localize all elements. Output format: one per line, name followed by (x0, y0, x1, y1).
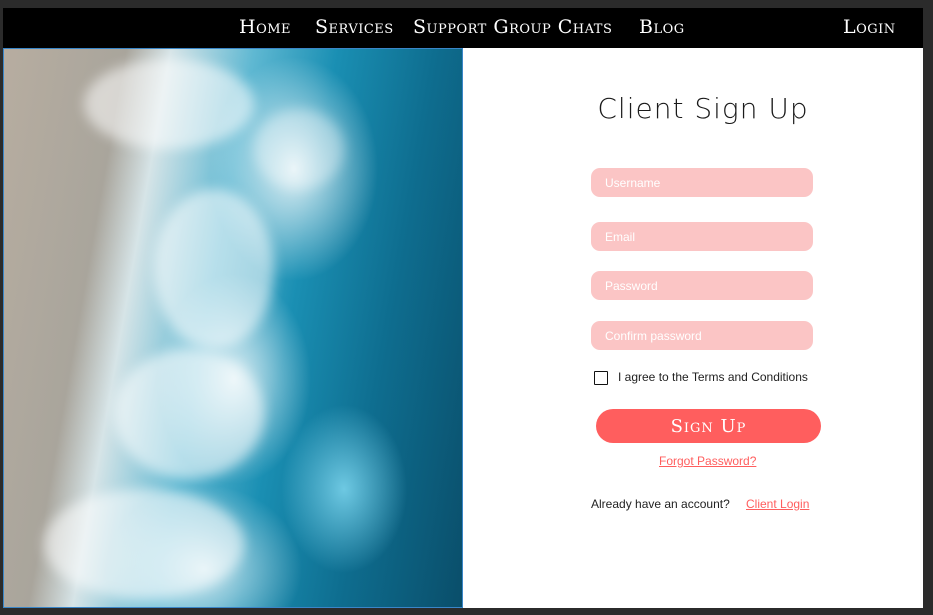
terms-label: I agree to the Terms and Conditions (618, 370, 808, 384)
top-navbar: Home Services Support Group Chats Blog L… (3, 8, 923, 48)
nav-blog-link[interactable]: Blog (639, 16, 685, 38)
confirm-password-field[interactable] (591, 321, 813, 350)
page-title: Client Sign Up (597, 92, 809, 125)
wave-foam (154, 189, 274, 349)
client-login-link[interactable]: Client Login (746, 497, 809, 511)
wave-foam (84, 59, 254, 149)
nav-support-group-chats-link[interactable]: Support Group Chats (413, 16, 612, 38)
wave-foam (114, 349, 264, 479)
username-field[interactable] (591, 168, 813, 197)
forgot-password-link[interactable]: Forgot Password? (659, 454, 756, 468)
nav-login-link[interactable]: Login (843, 16, 896, 38)
nav-services-link[interactable]: Services (315, 16, 394, 38)
already-have-account-text: Already have an account? (591, 497, 730, 511)
terms-checkbox[interactable] (594, 371, 608, 385)
nav-home-link[interactable]: Home (239, 16, 291, 38)
sign-up-button[interactable]: Sign Up (596, 409, 821, 443)
page-frame: Home Services Support Group Chats Blog L… (3, 8, 923, 608)
wave-foam (254, 109, 344, 189)
password-field[interactable] (591, 271, 813, 300)
email-field[interactable] (591, 222, 813, 251)
wave-foam (44, 489, 244, 599)
hero-ocean-image (3, 48, 463, 608)
